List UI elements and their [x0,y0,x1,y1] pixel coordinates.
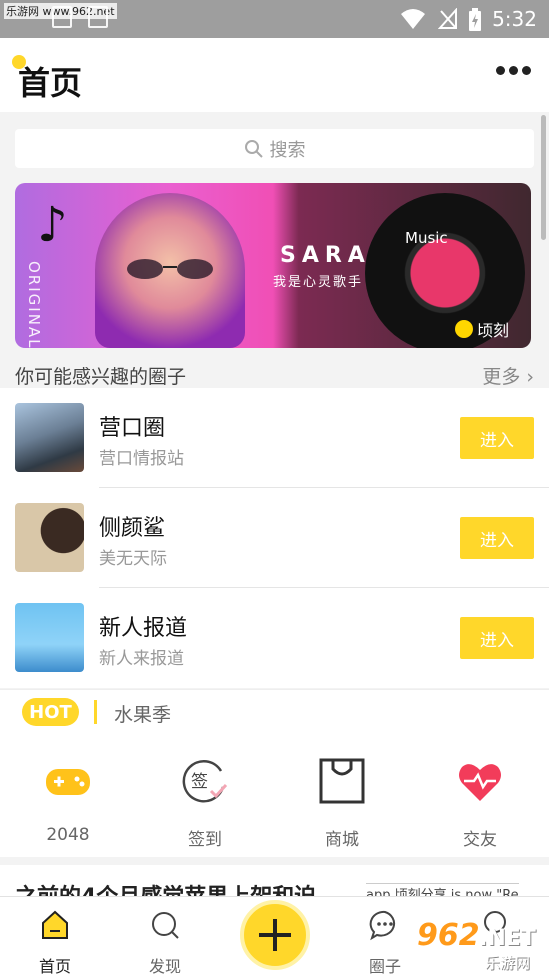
svg-text:签: 签 [191,772,208,792]
divider [94,700,97,724]
list-item[interactable]: 侧颜鲨 美无天际 进入 [0,488,549,588]
chevron-right-icon: › [520,366,534,388]
enter-button[interactable]: 进入 [460,417,534,459]
tab-label: 首页 [38,957,71,976]
shortcut-grid: 2048 签 签到 商城 交友 [0,737,549,857]
circle-desc: 营口情报站 [99,449,184,469]
more-link[interactable]: 更多 › [482,362,534,389]
shortcut-label: 交友 [463,830,497,850]
section-title: 你可能感兴趣的圈子 [15,366,187,388]
shortcut-label: 2048 [46,825,90,845]
more-menu-button[interactable] [496,66,531,75]
search-placeholder: 搜索 [269,139,306,161]
discover-icon [152,912,179,939]
sign-in-icon: 签 [182,760,228,803]
circle-desc: 新人来报道 [99,649,184,669]
circle-desc: 美无天际 [99,549,167,569]
shortcut-shop[interactable]: 商城 [292,757,392,850]
tab-circles[interactable]: 圈子 [350,909,420,976]
watermark-small-text: 乐游网 [485,954,531,972]
hot-topic-bar[interactable]: HOT 水果季 [0,689,549,737]
battery-icon [469,8,481,31]
music-note-icon: ♪ [37,197,68,253]
tab-home[interactable]: 首页 [20,909,90,976]
page-title: 首页 [18,64,83,102]
clock: 5:32 [492,7,537,31]
enter-button[interactable]: 进入 [460,517,534,559]
banner-side-text: ORIGINAL [25,261,43,348]
tab-label: 圈子 [368,957,401,976]
shortcut-label: 签到 [188,830,222,850]
wifi-icon [401,9,425,29]
disc-label: Music [405,229,448,247]
shop-bag-icon [319,758,365,804]
list-item[interactable]: 新人报道 新人来报道 进入 [0,588,549,688]
banner-brand: 顷刻 [454,317,509,341]
signal-icon [438,8,457,29]
scrollbar[interactable] [541,115,546,240]
promo-banner[interactable]: ♪ ORIGINAL SARA 我是心灵歌手 Music 顷刻 [15,183,531,348]
list-item[interactable]: 营口圈 营口情报站 进入 [0,388,549,488]
enter-button[interactable]: 进入 [460,617,534,659]
site-watermark-logo: 962 .NET 乐游网 [417,918,543,972]
tab-label: 发现 [148,957,181,976]
create-post-button[interactable] [240,900,310,970]
circle-thumbnail [15,403,84,472]
shortcut-2048[interactable]: 2048 [18,757,118,845]
circle-thumbnail [15,603,84,672]
circle-name: 营口圈 [99,416,166,441]
circle-list: 营口圈 营口情报站 进入 侧颜鲨 美无天际 进入 新人报道 新人来报道 进入 [0,388,549,688]
chat-bubble-icon [369,910,396,941]
circle-name: 侧颜鲨 [99,516,166,541]
watermark-big-text: 962 [417,918,480,953]
banner-subtitle: 我是心灵歌手 [273,275,364,290]
section-header: 你可能感兴趣的圈子 更多 › [15,360,534,390]
status-bar: 乐游网 www.962.net 5:32 [0,0,549,38]
app-header [0,38,549,112]
notification-icon [52,6,72,28]
shortcut-label: 商城 [325,830,359,850]
plus-icon [259,919,291,951]
watermark-suffix: .NET [479,926,536,951]
hot-keyword[interactable]: 水果季 [114,700,171,727]
shortcut-sign-in[interactable]: 签 签到 [155,757,255,850]
search-icon [244,139,263,158]
banner-title: SARA [280,243,371,268]
brand-name: 顷刻 [476,321,509,340]
sunglasses-graphic [127,259,213,279]
circle-name: 新人报道 [99,616,188,641]
brand-logo-icon [454,320,473,338]
notification-icon [88,6,108,28]
circle-thumbnail [15,503,84,572]
heart-pulse-icon [459,764,501,801]
tab-discover[interactable]: 发现 [130,909,200,976]
search-input[interactable]: 搜索 [15,129,534,168]
hot-badge: HOT [22,698,79,726]
gamepad-icon [46,769,90,795]
home-icon [42,910,68,939]
shortcut-dating[interactable]: 交友 [430,757,530,850]
more-link-label: 更多 [482,366,521,388]
